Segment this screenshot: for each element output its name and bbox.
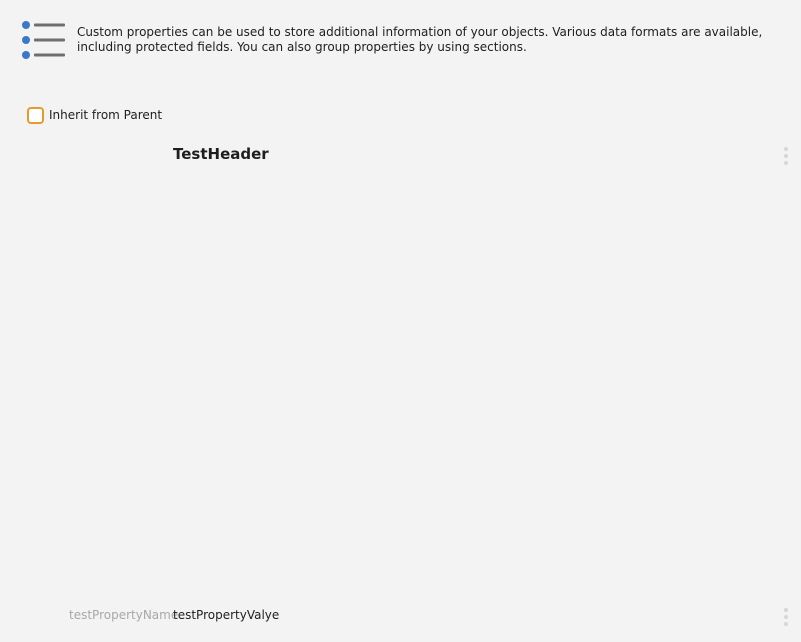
property-name-label: testPropertyName <box>69 608 179 622</box>
inherit-from-parent-checkbox[interactable]: Inherit from Parent <box>27 106 162 124</box>
property-value[interactable]: testPropertyValye <box>173 608 279 622</box>
property-menu-icon[interactable] <box>783 608 789 626</box>
panel-description: Custom properties can be used to store a… <box>77 25 763 54</box>
section-header-title: TestHeader <box>173 145 269 163</box>
checkbox-box[interactable] <box>27 106 44 124</box>
custom-properties-panel: Custom properties can be used to store a… <box>0 0 801 642</box>
section-menu-icon[interactable] <box>783 147 789 165</box>
list-icon <box>22 21 65 59</box>
inherit-from-parent-label[interactable]: Inherit from Parent <box>49 108 162 122</box>
